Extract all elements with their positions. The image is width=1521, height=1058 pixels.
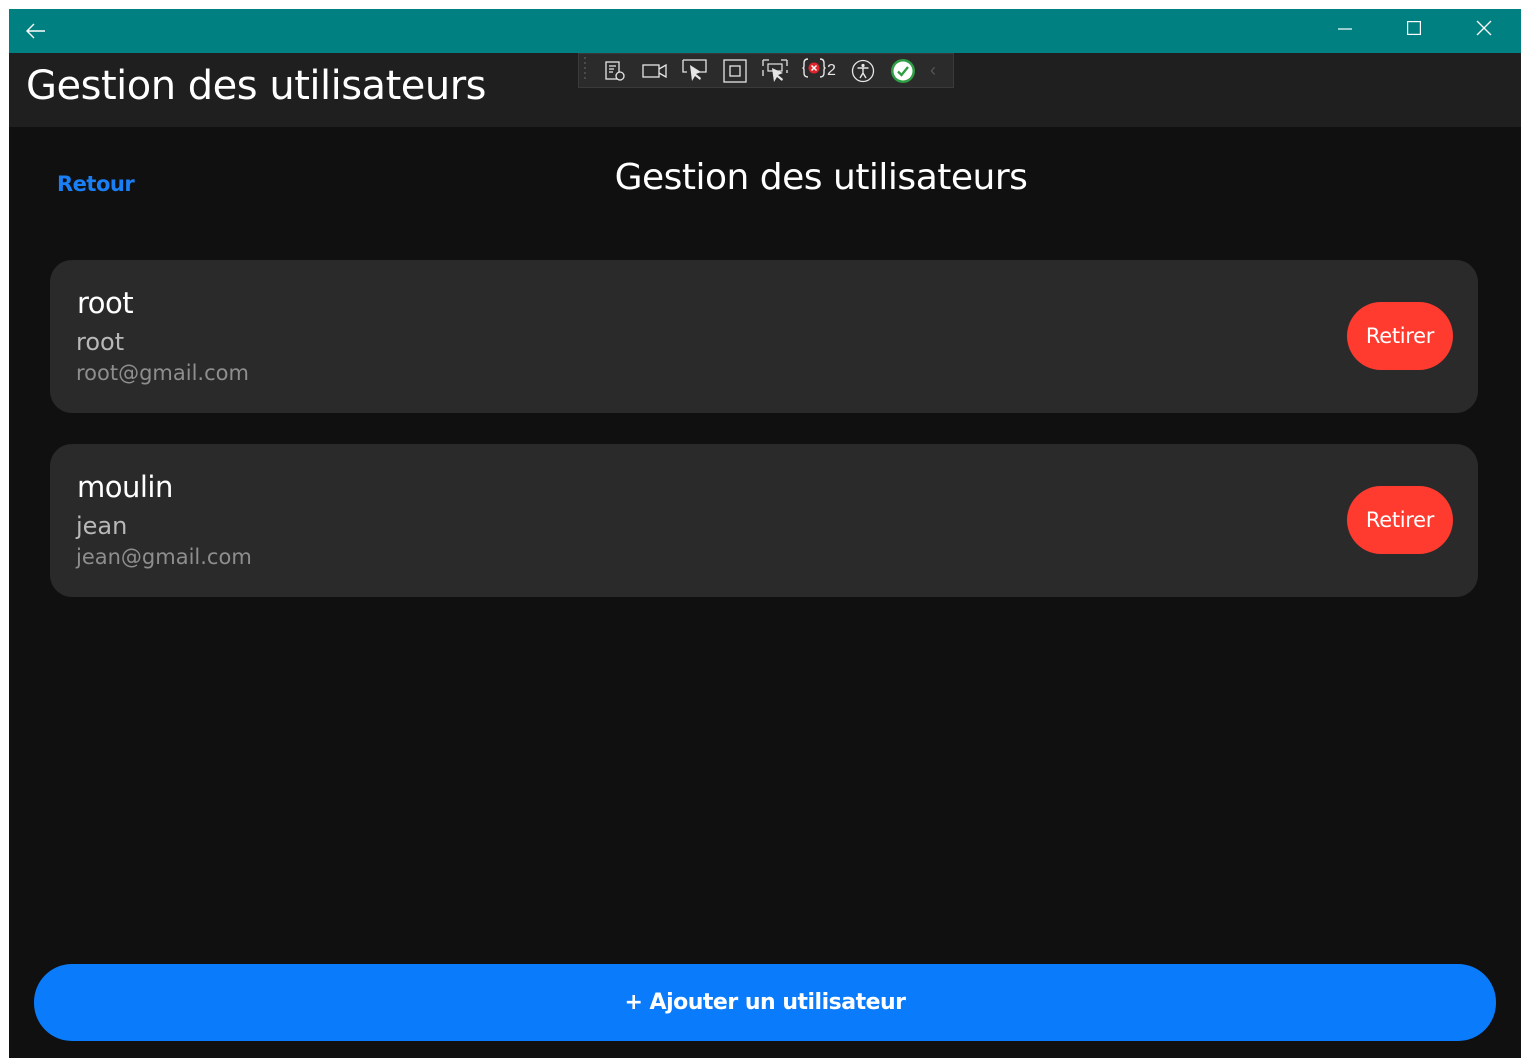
user-card: moulin jean jean@gmail.com Retirer [50, 444, 1478, 597]
user-name: root [77, 286, 134, 320]
user-first-name: root [76, 328, 125, 356]
binding-failures-icon [802, 57, 826, 84]
live-visual-tree-icon[interactable] [595, 55, 635, 87]
binding-failures-indicator[interactable]: 2 [795, 57, 843, 84]
user-email: jean@gmail.com [76, 545, 252, 569]
binding-failures-count: 2 [827, 61, 836, 79]
user-email: root@gmail.com [76, 361, 249, 385]
add-user-button[interactable]: + Ajouter un utilisateur [34, 964, 1496, 1041]
back-arrow-icon[interactable] [21, 17, 51, 45]
accessibility-icon[interactable] [843, 55, 883, 87]
remove-user-button[interactable]: Retirer [1347, 302, 1453, 370]
collapse-toolbar-icon[interactable]: ‹ [923, 60, 943, 81]
close-icon[interactable] [1461, 9, 1507, 47]
track-focused-element-icon[interactable] [755, 55, 795, 87]
video-camera-icon[interactable] [635, 55, 675, 87]
select-element-icon[interactable] [675, 55, 715, 87]
title-bar [9, 9, 1521, 53]
toolbar-grip[interactable] [583, 54, 595, 87]
display-layout-adorners-icon[interactable] [715, 55, 755, 87]
user-first-name: jean [76, 512, 128, 540]
hot-reload-status-icon[interactable] [883, 55, 923, 87]
app-title: Gestion des utilisateurs [26, 63, 487, 109]
user-name: moulin [77, 470, 173, 504]
minimize-icon[interactable] [1322, 9, 1368, 47]
page-title: Gestion des utilisateurs [614, 157, 1028, 198]
user-card: root root root@gmail.com Retirer [50, 260, 1478, 413]
maximize-icon[interactable] [1391, 9, 1437, 47]
remove-user-button[interactable]: Retirer [1347, 486, 1453, 554]
xaml-dev-toolbar: 2 ‹ [578, 53, 954, 88]
app-window: Gestion des utilisateurs 2 ‹ Retour Gest… [9, 9, 1521, 1058]
